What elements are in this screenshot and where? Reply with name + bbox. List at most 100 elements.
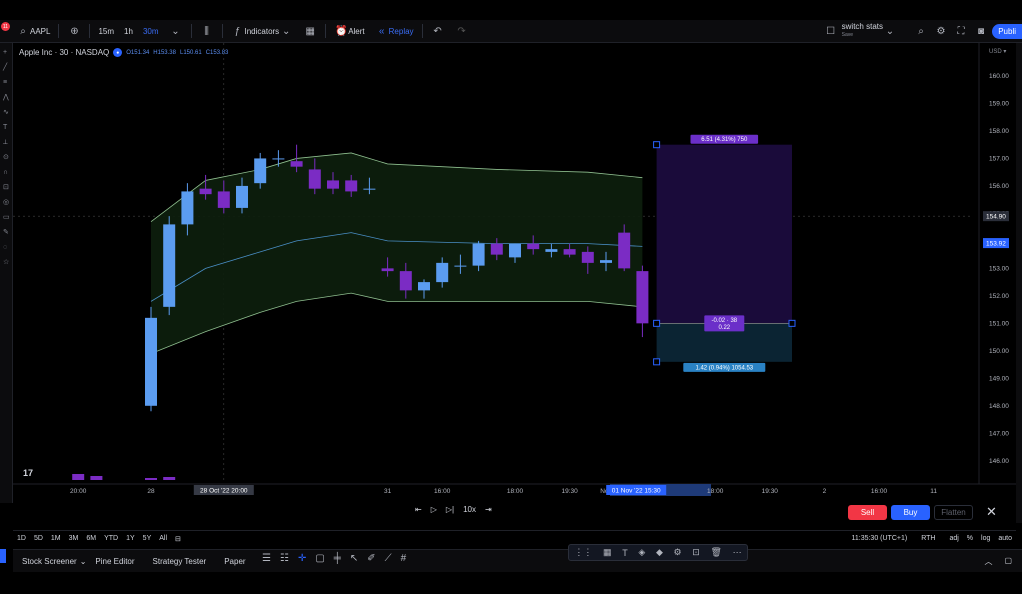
- gear-icon[interactable]: ⚙: [674, 547, 682, 558]
- range-6m[interactable]: 6M: [82, 535, 100, 542]
- interval-dropdown[interactable]: ⌄: [164, 20, 188, 43]
- price-chart[interactable]: 6.51 (4.31%) 750 1.42 (0.94%) 1054.53 -0.0…: [13, 43, 1016, 503]
- tab-paper[interactable]: Paper: [215, 557, 254, 566]
- candle-body: [272, 158, 285, 160]
- step-forward-icon[interactable]: ▷|: [446, 505, 454, 514]
- range-1m[interactable]: 1M: [47, 535, 65, 542]
- gear-icon[interactable]: ⚙: [934, 24, 948, 38]
- fullscreen-icon[interactable]: ⛶: [954, 24, 968, 38]
- eye-icon[interactable]: ◎: [3, 199, 10, 206]
- fill-color-icon[interactable]: ◈: [638, 547, 645, 558]
- range-1d[interactable]: 1D: [13, 535, 30, 542]
- templates-button[interactable]: ▦: [298, 20, 322, 43]
- tab-strategy-tester[interactable]: Strategy Tester: [144, 557, 216, 566]
- range-5d[interactable]: 5D: [30, 535, 47, 542]
- goto-date-icon[interactable]: ⊟: [171, 535, 185, 543]
- indicators-button[interactable]: ƒ Indicators ⌄: [226, 20, 299, 43]
- template-icon[interactable]: ▦: [603, 547, 612, 558]
- candle-body: [509, 243, 521, 258]
- measure-icon[interactable]: ⟂: [3, 139, 10, 146]
- range-5y[interactable]: 5Y: [139, 535, 156, 542]
- brush-icon[interactable]: ∿: [3, 109, 10, 116]
- add-symbol-button[interactable]: ⊕: [62, 20, 86, 43]
- tab-stock-screener[interactable]: Stock Screener: [13, 557, 86, 566]
- interval-15m[interactable]: 15m: [93, 20, 119, 43]
- hide-icon[interactable]: ◌: [3, 244, 10, 251]
- time-tick: 31: [384, 488, 392, 495]
- line-icon[interactable]: ⟋: [385, 553, 392, 564]
- candle: [145, 306, 157, 412]
- price-tick: 150.00: [989, 348, 1009, 355]
- jump-to-realtime-icon[interactable]: ⇥: [485, 505, 492, 514]
- vertical-line-icon[interactable]: ╪: [334, 553, 341, 564]
- log-toggle[interactable]: log: [977, 535, 994, 542]
- trash-icon[interactable]: 🗑: [711, 547, 722, 558]
- percent-toggle[interactable]: %: [963, 535, 977, 542]
- replay-button[interactable]: « Replay: [370, 20, 419, 43]
- maximize-icon[interactable]: ▢: [1004, 556, 1012, 567]
- redo-button[interactable]: ↷: [450, 20, 474, 43]
- close-icon[interactable]: ✕: [986, 504, 997, 520]
- flatten-button[interactable]: Flatten: [934, 505, 973, 520]
- price-tick: 159.00: [989, 100, 1009, 107]
- play-icon[interactable]: ▷: [431, 505, 437, 514]
- replay-speed[interactable]: 10x: [463, 505, 476, 514]
- buy-button[interactable]: Buy: [891, 505, 930, 520]
- crosshair-icon[interactable]: ✛: [298, 553, 306, 564]
- replay-controls: ⇤ ▷ ▷| 10x ⇥: [415, 505, 492, 514]
- chart-type-button[interactable]: ⫼: [195, 20, 219, 43]
- line-color-icon[interactable]: ◆: [656, 547, 663, 558]
- sliders-icon[interactable]: ☰: [262, 553, 271, 564]
- crosshair-icon[interactable]: +: [3, 49, 10, 56]
- interval-30m[interactable]: 30m: [138, 20, 164, 43]
- adj-toggle[interactable]: adj: [945, 535, 962, 542]
- tab-pine-editor[interactable]: Pine Editor: [86, 557, 143, 566]
- range-1y[interactable]: 1Y: [122, 535, 139, 542]
- camera-icon[interactable]: ◙: [974, 24, 988, 38]
- rectangle-icon[interactable]: ▢: [315, 553, 324, 564]
- auto-toggle[interactable]: auto: [994, 535, 1016, 542]
- cursor-icon[interactable]: ↖: [350, 553, 358, 564]
- publish-button[interactable]: Publi: [992, 24, 1022, 39]
- magnet-icon[interactable]: ∩: [3, 169, 10, 176]
- layout-selector[interactable]: ☐ switch stats Save ⌄: [819, 20, 902, 43]
- zoom-icon[interactable]: ⊙: [3, 154, 10, 161]
- floating-drawing-toolbar: ⋮⋮ ▦ T ◈ ◆ ⚙ ⊡ 🗑 ⋯: [568, 544, 748, 561]
- jump-to-start-icon[interactable]: ⇤: [415, 505, 422, 514]
- current-price-tag: 153.92: [986, 241, 1006, 248]
- clock[interactable]: 11:35:30 (UTC+1): [847, 535, 911, 542]
- text-color-icon[interactable]: T: [622, 548, 628, 558]
- text-icon[interactable]: T: [3, 124, 10, 131]
- notification-badge[interactable]: 11: [1, 22, 10, 31]
- pattern-icon[interactable]: ⋀: [3, 94, 10, 101]
- drag-handle: [653, 319, 661, 327]
- session-rth[interactable]: RTH: [917, 535, 939, 542]
- pen-icon[interactable]: ✐: [367, 553, 375, 564]
- chevron-up-icon[interactable]: ︿: [984, 556, 992, 567]
- stay-in-drawing-icon[interactable]: ✎: [3, 229, 10, 236]
- candle-body: [345, 180, 358, 192]
- drag-handle-icon[interactable]: ⋮⋮: [574, 547, 592, 558]
- alert-button[interactable]: ⏰ Alert: [329, 20, 369, 43]
- time-tick: 16:00: [434, 488, 451, 495]
- range-3m[interactable]: 3M: [65, 535, 83, 542]
- trend-line-icon[interactable]: ╱: [3, 64, 10, 71]
- lock-icon[interactable]: ⊡: [692, 547, 700, 558]
- trash-icon[interactable]: ▭: [3, 214, 10, 221]
- fib-icon[interactable]: ≡: [3, 79, 10, 86]
- currency-label: USD ▾: [989, 49, 1006, 55]
- interval-1h[interactable]: 1h: [119, 20, 138, 43]
- grid-tool-icon[interactable]: #: [401, 553, 407, 564]
- settings-lines-icon[interactable]: ☷: [280, 553, 289, 564]
- lock-icon[interactable]: ⊡: [3, 184, 10, 191]
- sell-button[interactable]: Sell: [848, 505, 887, 520]
- search-icon[interactable]: ⌕: [914, 24, 928, 38]
- favorites-icon[interactable]: ☆: [3, 259, 10, 266]
- range-ytd[interactable]: YTD: [100, 535, 122, 542]
- candle-body: [217, 191, 230, 208]
- chevron-down-icon[interactable]: ⌄: [80, 557, 87, 566]
- range-all[interactable]: All: [155, 535, 171, 542]
- undo-button[interactable]: ↶: [426, 20, 450, 43]
- more-icon[interactable]: ⋯: [733, 547, 742, 558]
- time-tick: 2: [823, 488, 827, 495]
